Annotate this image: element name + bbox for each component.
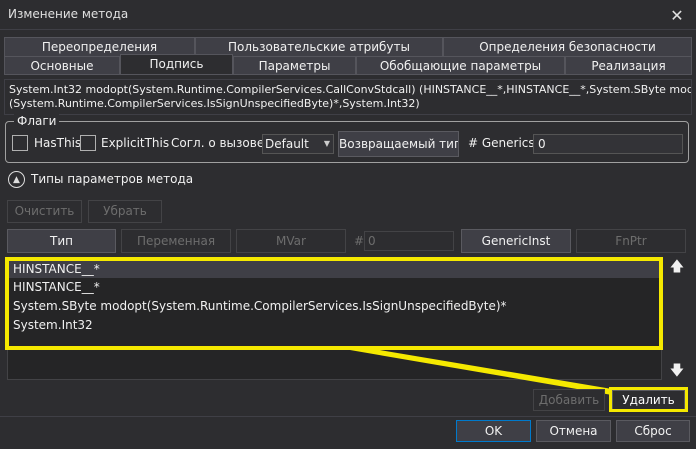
footer-divider (0, 416, 696, 417)
signature-text: System.Int32 modopt(System.Runtime.Compi… (4, 79, 692, 115)
list-highlight-box (5, 257, 663, 350)
tab-signature[interactable]: Подпись (120, 54, 233, 75)
ok-button[interactable]: OK (456, 420, 531, 442)
delete-highlight-box (609, 387, 688, 412)
signature-line-2: (System.Runtime.CompilerServices.IsSignU… (9, 97, 420, 110)
cancel-button[interactable]: Отмена (536, 420, 611, 442)
chevron-up-icon[interactable]: ▲ (8, 171, 25, 188)
tab-general[interactable]: Основные (4, 56, 120, 75)
arrow-up-icon[interactable]: 🡅 (668, 259, 686, 277)
mvar-button[interactable]: MVar (236, 229, 346, 253)
clear-button[interactable]: Очистить (7, 200, 82, 223)
flags-group-label: Флаги (14, 114, 60, 128)
tab-parameters[interactable]: Параметры (233, 56, 356, 75)
index-hash-label: # (354, 234, 365, 248)
generics-label: # Generics (468, 136, 535, 150)
chevron-down-icon: ▼ (323, 139, 330, 148)
close-icon[interactable]: ✕ (664, 3, 690, 27)
explicitthis-checkbox[interactable] (80, 135, 96, 151)
fnptr-button[interactable]: FnPtr (576, 229, 686, 253)
generics-count-input[interactable]: 0 (533, 134, 683, 154)
tab-security-declarations[interactable]: Определения безопасности (443, 37, 692, 56)
param-types-expander-label[interactable]: Типы параметров метода (31, 172, 193, 186)
remove-button[interactable]: Убрать (88, 200, 162, 223)
add-button[interactable]: Добавить (533, 389, 605, 411)
index-input[interactable]: 0 (364, 231, 454, 251)
callconv-value: Default (265, 137, 309, 151)
callconv-label: Согл. о вызове (171, 136, 265, 150)
tab-generic-parameters[interactable]: Обобщающие параметры (356, 56, 565, 75)
signature-line-1: System.Int32 modopt(System.Runtime.Compi… (9, 83, 692, 96)
hasthis-label: HasThis (34, 136, 82, 150)
callconv-select[interactable]: Default ▼ (262, 134, 334, 154)
hasthis-checkbox[interactable] (12, 135, 28, 151)
type-button[interactable]: Тип (7, 229, 116, 253)
arrow-down-icon[interactable]: 🡇 (668, 363, 686, 381)
tab-panel-divider (4, 74, 692, 75)
window-title: Изменение метода (8, 7, 129, 21)
return-type-button[interactable]: Возвращаемый тип... (338, 131, 459, 157)
tab-implementation[interactable]: Реализация (565, 56, 692, 75)
variable-button[interactable]: Переменная (121, 229, 231, 253)
explicitthis-label: ExplicitThis (101, 136, 170, 150)
reset-button[interactable]: Сброс (616, 420, 690, 442)
genericinst-button[interactable]: GenericInst (461, 229, 571, 253)
